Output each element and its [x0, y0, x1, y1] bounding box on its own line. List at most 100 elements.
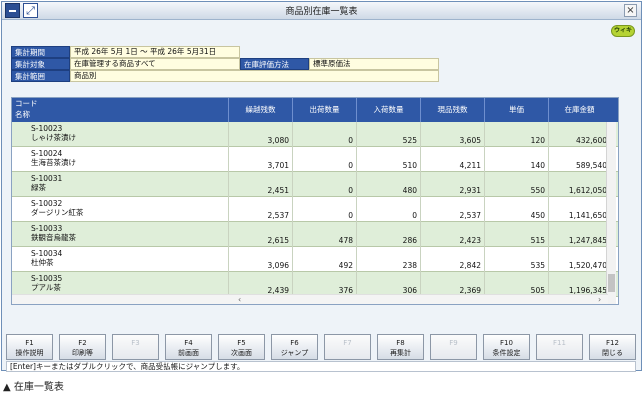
row-price: 535 [530, 261, 545, 270]
inventory-table[interactable]: コード 名称 繰越残数 出荷数量 入荷数量 現品残数 単価 在庫金額 S-100… [11, 97, 619, 305]
row-code: S-10023 [31, 124, 63, 133]
row-amount: 1,520,470 [568, 261, 607, 270]
row-price: 140 [530, 161, 545, 170]
row-out: 0 [348, 186, 353, 195]
row-carry: 2,615 [267, 236, 289, 245]
figure-caption: ▲ 在庫一覧表 [3, 382, 64, 393]
range-label: 集計範囲 [11, 70, 70, 82]
row-current: 3,605 [459, 136, 481, 145]
table-row[interactable]: S-10034 杜仲茶 3,096 492 238 2,842 535 1,52… [12, 247, 618, 272]
row-amount: 432,600 [575, 136, 607, 145]
wiki-button[interactable]: ウィキ [611, 25, 635, 37]
header-current[interactable]: 現品残数 [420, 98, 484, 122]
row-in: 510 [402, 161, 417, 170]
row-out: 492 [338, 261, 353, 270]
row-code: S-10031 [31, 174, 63, 183]
row-in: 0 [412, 211, 417, 220]
f9-button: F9 [430, 334, 477, 360]
row-carry: 3,096 [267, 261, 289, 270]
row-name: ダージリン紅茶 [31, 208, 84, 217]
header-in[interactable]: 入荷数量 [356, 98, 420, 122]
header-carry[interactable]: 繰越残数 [228, 98, 292, 122]
row-carry: 3,080 [267, 136, 289, 145]
scroll-thumb[interactable] [608, 274, 615, 292]
row-carry: 2,537 [267, 211, 289, 220]
row-current: 2,537 [459, 211, 481, 220]
row-code: S-10024 [31, 149, 63, 158]
row-carry: 3,701 [267, 161, 289, 170]
f6-jump-button[interactable]: F6 ジャンプ [271, 334, 318, 360]
f2-print-button[interactable]: F2 印刷等 [59, 334, 106, 360]
column-divider [292, 122, 293, 296]
f5-next-button[interactable]: F5 次画面 [218, 334, 265, 360]
row-name: 杜仲茶 [31, 258, 54, 267]
table-header: コード 名称 繰越残数 出荷数量 入荷数量 現品残数 単価 在庫金額 [12, 98, 618, 122]
f3-button: F3 [112, 334, 159, 360]
row-price: 120 [530, 136, 545, 145]
table-row[interactable]: S-10023 しゃけ茶漬け 3,080 0 525 3,605 120 432… [12, 122, 618, 147]
header-price[interactable]: 単価 [484, 98, 548, 122]
f7-button: F7 [324, 334, 371, 360]
scroll-right-icon[interactable]: › [598, 295, 601, 304]
row-price: 450 [530, 211, 545, 220]
row-amount: 589,540 [575, 161, 607, 170]
row-name: しゃけ茶漬け [31, 133, 76, 142]
row-current: 4,211 [459, 161, 481, 170]
f12-close-button[interactable]: F12 閉じる [589, 334, 636, 360]
table-row[interactable]: S-10033 鉄観音烏龍茶 2,615 478 286 2,423 515 1… [12, 222, 618, 247]
column-divider [548, 122, 549, 296]
row-code: S-10032 [31, 199, 63, 208]
function-key-bar: F1 操作説明 F2 印刷等 F3 F4 前画面 F5 次画面 F6 ジャンプ F7 F8… [6, 334, 636, 360]
row-out: 0 [348, 161, 353, 170]
f8-recalc-button[interactable]: F8 再集計 [377, 334, 424, 360]
header-amount[interactable]: 在庫金額 [548, 98, 610, 122]
row-code: S-10033 [31, 224, 63, 233]
row-carry: 2,451 [267, 186, 289, 195]
scroll-left-icon[interactable]: ‹ [238, 295, 241, 304]
method-value: 標準原価法 [309, 58, 439, 70]
f1-help-button[interactable]: F1 操作説明 [6, 334, 53, 360]
row-name: プアル茶 [31, 283, 61, 292]
row-in: 525 [402, 136, 417, 145]
target-label: 集計対象 [11, 58, 70, 70]
screen: ⤢ 商品別在庫一覧表 × ウィキ 集計期間 平成 26年 5月 1日 〜 平成 … [0, 0, 644, 400]
row-out: 0 [348, 211, 353, 220]
window-title: 商品別在庫一覧表 [285, 7, 358, 17]
target-value: 在庫管理する商品すべて [70, 58, 240, 70]
table-row[interactable]: S-10024 生海苔茶漬け 3,701 0 510 4,211 140 589… [12, 147, 618, 172]
row-in: 480 [402, 186, 417, 195]
table-row[interactable]: S-10032 ダージリン紅茶 2,537 0 0 2,537 450 1,14… [12, 197, 618, 222]
row-amount: 1,247,845 [568, 236, 607, 245]
horizontal-scrollbar[interactable]: ‹ › [12, 294, 608, 304]
close-icon[interactable]: × [624, 4, 637, 17]
column-divider [356, 122, 357, 296]
status-bar: [Enter]キーまたはダブルクリックで、商品受払帳にジャンプします。 [6, 361, 636, 372]
f10-conditions-button[interactable]: F10 条件設定 [483, 334, 530, 360]
row-in: 238 [402, 261, 417, 270]
column-divider [228, 122, 229, 296]
row-out: 478 [338, 236, 353, 245]
row-amount: 1,612,050 [568, 186, 607, 195]
row-price: 515 [530, 236, 545, 245]
f11-button: F11 [536, 334, 583, 360]
row-code: S-10035 [31, 274, 63, 283]
method-label: 在庫評価方法 [240, 58, 309, 70]
row-in: 286 [402, 236, 417, 245]
title-bar: ⤢ 商品別在庫一覧表 × [2, 2, 641, 20]
period-value: 平成 26年 5月 1日 〜 平成 26年 5月31日 [70, 46, 240, 58]
header-out[interactable]: 出荷数量 [292, 98, 356, 122]
period-label: 集計期間 [11, 46, 70, 58]
row-code: S-10034 [31, 249, 63, 258]
row-name: 生海苔茶漬け [31, 158, 76, 167]
column-divider [420, 122, 421, 296]
vertical-scrollbar[interactable] [606, 122, 616, 304]
row-price: 550 [530, 186, 545, 195]
row-current: 2,931 [459, 186, 481, 195]
row-current: 2,423 [459, 236, 481, 245]
row-out: 0 [348, 136, 353, 145]
row-name: 鉄観音烏龍茶 [31, 233, 76, 242]
row-amount: 1,141,650 [568, 211, 607, 220]
f4-prev-button[interactable]: F4 前画面 [165, 334, 212, 360]
row-name: 緑茶 [31, 183, 46, 192]
table-row[interactable]: S-10031 緑茶 2,451 0 480 2,931 550 1,612,0… [12, 172, 618, 197]
